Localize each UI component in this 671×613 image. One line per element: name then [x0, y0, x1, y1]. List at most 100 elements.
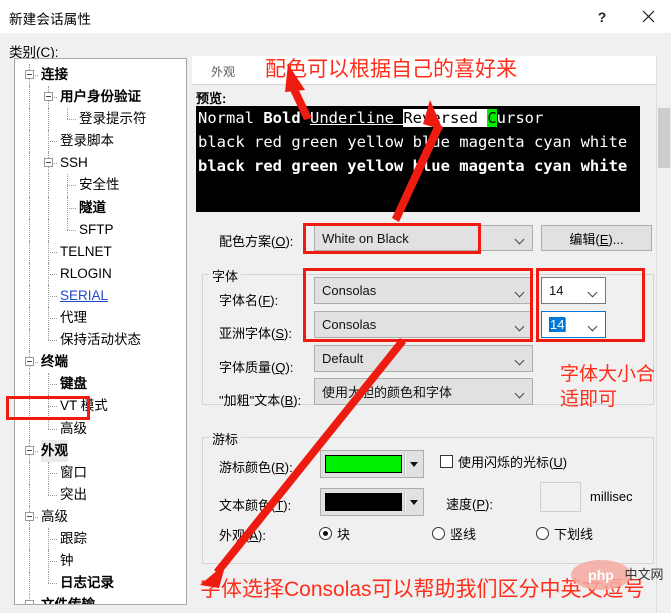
tree-item[interactable]: RLOGIN [15, 262, 186, 285]
tree-item[interactable]: 外观 [15, 439, 186, 462]
tree-item[interactable]: SSH [15, 152, 186, 175]
tree-item[interactable]: 键盘 [15, 373, 186, 396]
tree-expander-icon[interactable] [25, 445, 34, 455]
tree-guide-line [29, 240, 30, 263]
text-color-swatch[interactable] [320, 488, 424, 516]
preview-line-1: Normal Bold Underline Reversed Cursor [198, 106, 640, 130]
tree-expander-icon[interactable] [44, 158, 53, 168]
tree-guide-line [29, 417, 30, 440]
tree-item[interactable]: 窗口 [15, 461, 186, 484]
pane-scrollbar[interactable] [656, 56, 671, 613]
tree-guide-line [48, 196, 49, 219]
cursor-shape-underline[interactable]: 下划线 [536, 524, 593, 543]
preview-normal: Normal [198, 109, 264, 127]
tree-guide-line [29, 307, 30, 330]
text-caret [565, 317, 567, 332]
tree-item[interactable]: 高级 [15, 505, 186, 528]
tree-item[interactable]: SFTP [15, 218, 186, 241]
blink-speed-input[interactable] [540, 482, 581, 512]
chevron-down-icon [516, 236, 524, 244]
cursor-color-swatch[interactable] [320, 450, 424, 478]
tree-guide-line [48, 251, 57, 253]
close-button[interactable] [625, 0, 671, 33]
tree-item[interactable]: 登录脚本 [15, 130, 186, 153]
tree-guide-line [48, 318, 57, 320]
cursor-shape-vline-label: 竖线 [450, 527, 477, 542]
blink-speed-label: 速度(P): [446, 497, 493, 512]
tree-item[interactable]: 保持活动状态 [15, 329, 186, 352]
close-icon [642, 10, 654, 23]
tree-item[interactable]: 代理 [15, 307, 186, 330]
tree-item[interactable]: 隧道 [15, 196, 186, 219]
tree-item-label: 保持活动状态 [60, 332, 141, 348]
tree-guide-line [48, 417, 49, 429]
tree-expander-icon[interactable] [44, 92, 53, 102]
asian-font-size-select[interactable]: 14 [541, 311, 606, 338]
font-name-select[interactable]: Consolas [314, 277, 533, 304]
chevron-down-icon [589, 323, 597, 331]
cursor-shape-underline-label: 下划线 [554, 527, 594, 542]
cursor-shape-block[interactable]: 块 [319, 524, 350, 543]
chevron-down-icon [516, 289, 524, 297]
bold-text-value: 使用大胆的颜色和字体 [322, 385, 453, 400]
tree-item[interactable]: 钟 [15, 550, 186, 573]
tree-item-label: 高级 [41, 508, 68, 524]
text-color-label: 文本颜色(T): [219, 498, 292, 513]
font-quality-select[interactable]: Default [314, 345, 533, 372]
tree-guide-line [48, 295, 57, 297]
tree-guide-line [67, 185, 76, 187]
font-size-select[interactable]: 14 [541, 277, 606, 304]
cursor-shape-vline[interactable]: 竖线 [432, 524, 476, 543]
bold-text-select[interactable]: 使用大胆的颜色和字体 [314, 378, 533, 405]
tree-guide-line [48, 572, 49, 584]
tree-item[interactable]: 终端 [15, 351, 186, 374]
tree-item[interactable]: VT 模式 [15, 395, 186, 418]
category-tree[interactable]: 连接 用户身份验证 登录提示符 登录脚本 SSH 安全性隧道 SFTP TELNET RLOGI… [14, 58, 187, 605]
blink-cursor-label: 使用闪烁的光标(U) [458, 455, 568, 470]
tree-item[interactable]: 文件传输 [15, 594, 186, 604]
tree-guide-line [29, 174, 30, 197]
tree-item-label: 代理 [60, 310, 87, 326]
tree-guide-line [48, 329, 49, 341]
tree-item-label: SERIAL [60, 287, 109, 303]
chevron-down-icon [516, 390, 524, 398]
tree-item[interactable]: TELNET [15, 240, 186, 263]
tree-expander-icon[interactable] [25, 357, 34, 367]
tree-item-label: 窗口 [60, 464, 87, 480]
terminal-preview: Normal Bold Underline Reversed Cursor bl… [196, 106, 640, 212]
blink-cursor-checkbox[interactable]: 使用闪烁的光标(U) [440, 452, 567, 471]
tab-appearance[interactable]: 外观 [201, 61, 245, 82]
tree-item[interactable]: 突出 [15, 483, 186, 506]
tree-item[interactable]: SERIAL [15, 284, 186, 308]
tree-item[interactable]: 连接 [15, 64, 186, 87]
tree-expander-icon[interactable] [25, 70, 34, 79]
help-button[interactable]: ? [579, 0, 625, 33]
blink-speed-unit: millisec [590, 489, 633, 504]
edit-scheme-button[interactable]: 编辑(E)... [541, 225, 652, 251]
asian-font-select[interactable]: Consolas [314, 311, 533, 338]
tree-item[interactable]: 安全性 [15, 174, 186, 197]
tree-item-label: 隧道 [79, 199, 106, 215]
tree-item[interactable]: 跟踪 [15, 527, 186, 551]
font-quality-value: Default [322, 351, 364, 366]
tree-item-label: 日志记录 [60, 575, 114, 591]
scrollbar-thumb[interactable] [658, 108, 670, 168]
radio-circle [432, 527, 445, 540]
tree-expander-icon[interactable] [25, 511, 34, 521]
tree-guide-line [29, 262, 30, 285]
tree-item[interactable]: 登录提示符 [15, 108, 186, 131]
tree-expander-icon[interactable] [25, 600, 34, 604]
asian-font-value: Consolas [322, 317, 377, 332]
tab-strip: 外观 [192, 56, 671, 85]
preview-cursor-rest: ursor [496, 109, 544, 127]
preview-bold: Bold [263, 109, 310, 127]
tree-item[interactable]: 高级 [15, 417, 186, 440]
tree-item-label: 突出 [60, 486, 87, 502]
tree-guide-line [29, 550, 30, 573]
color-scheme-select[interactable]: White on Black [314, 225, 533, 251]
triangle-down-icon [410, 462, 418, 467]
tree-item[interactable]: 用户身份验证 [15, 86, 186, 109]
tree-guide-line [48, 108, 49, 131]
tree-item-label: VT 模式 [60, 398, 108, 414]
tree-item[interactable]: 日志记录 [15, 572, 186, 595]
